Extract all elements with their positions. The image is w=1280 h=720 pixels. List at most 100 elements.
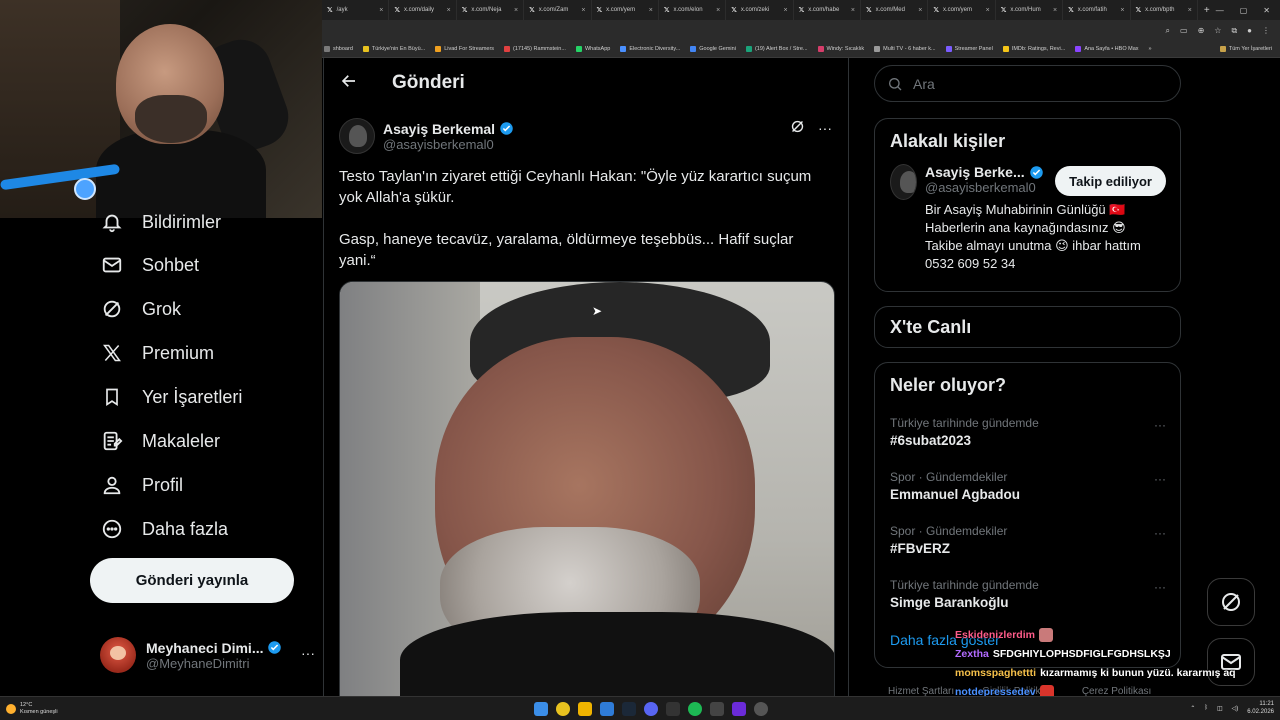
app-icon[interactable] xyxy=(710,702,724,716)
close-icon[interactable]: × xyxy=(716,7,720,14)
minimize-icon[interactable]: — xyxy=(1216,6,1224,15)
close-icon[interactable]: × xyxy=(379,7,383,14)
nav-item-grok[interactable]: Grok xyxy=(100,296,181,322)
chat-username[interactable]: Zextha xyxy=(955,648,989,660)
bookmark-item[interactable]: Streamer Panel xyxy=(945,46,993,52)
bookmark-item[interactable]: IMDb: Ratings, Revi... xyxy=(1002,46,1065,52)
author-handle[interactable]: @asayisberkemal0 xyxy=(383,137,514,152)
extensions-icon[interactable]: ⧉ xyxy=(1231,26,1237,36)
close-icon[interactable]: × xyxy=(447,7,451,14)
app-icon[interactable] xyxy=(754,702,768,716)
bookmark-item[interactable]: (19) Alert Box / Stre... xyxy=(745,46,808,52)
close-icon[interactable]: × xyxy=(1188,7,1192,14)
bookmark-item[interactable]: shboard xyxy=(324,46,353,52)
bookmark-item[interactable]: Google Gemini xyxy=(690,46,736,52)
avatar[interactable] xyxy=(890,164,917,200)
bluetooth-icon[interactable]: ᛒ xyxy=(1204,705,1208,711)
chrome-icon[interactable] xyxy=(556,702,570,716)
related-person[interactable]: Asayiş Berke... @asayisberkemal0 Bir Asa… xyxy=(875,164,1180,287)
chevron-up-icon[interactable]: ⌃ xyxy=(1190,705,1195,712)
search-icon[interactable]: ⌕ xyxy=(1166,26,1170,36)
more-icon[interactable]: ··· xyxy=(1154,472,1166,486)
post-button[interactable]: Gönderi yayınla xyxy=(90,558,294,603)
browser-tab[interactable]: 𝕏x.com/daily × xyxy=(389,0,457,20)
edge-icon[interactable] xyxy=(600,702,614,716)
trend-item[interactable]: Spor · Gündemdekiler #FBvERZ ··· xyxy=(875,516,1180,570)
star-icon[interactable]: ☆ xyxy=(1214,26,1221,35)
close-icon[interactable]: × xyxy=(581,7,585,14)
browser-tab[interactable]: 𝕏x.com/Hum × xyxy=(996,0,1064,20)
menu-icon[interactable]: ⋮ xyxy=(1262,26,1270,35)
browser-tab[interactable]: 𝕏x.com/Zam × xyxy=(524,0,592,20)
profile-icon[interactable]: ● xyxy=(1247,26,1252,35)
more-icon[interactable]: ··· xyxy=(301,645,315,661)
nav-item-articles[interactable]: Makaleler xyxy=(100,428,220,454)
bookmark-item[interactable]: Livad For Streamers xyxy=(435,46,494,52)
browser-tab[interactable]: 𝕏/ayk × xyxy=(322,0,390,20)
discord-icon[interactable] xyxy=(644,702,658,716)
steam-icon[interactable] xyxy=(622,702,636,716)
close-icon[interactable]: × xyxy=(918,7,922,14)
close-icon[interactable]: ✕ xyxy=(1263,6,1270,15)
following-button[interactable]: Takip ediliyor xyxy=(1055,166,1166,196)
bookmark-item[interactable]: Ana Sayfa • HBO Max xyxy=(1075,46,1139,52)
epic-icon[interactable] xyxy=(666,702,680,716)
nav-item-chat[interactable]: Sohbet xyxy=(100,252,199,278)
close-icon[interactable]: × xyxy=(851,7,855,14)
nav-item-bookmarks[interactable]: Yer İşaretleri xyxy=(100,384,242,410)
browser-tab[interactable]: 𝕏x.com/elon × xyxy=(659,0,727,20)
bookmark-item[interactable]: Multi TV - 6 haber k... xyxy=(874,46,936,52)
bookmarks-overflow[interactable]: » xyxy=(1149,46,1152,52)
nav-item-more[interactable]: Daha fazla xyxy=(100,516,228,542)
folder-icon[interactable] xyxy=(578,702,592,716)
close-icon[interactable]: × xyxy=(784,7,788,14)
grok-icon[interactable] xyxy=(789,118,806,138)
new-tab-button[interactable]: + xyxy=(1198,5,1216,16)
browser-tab[interactable]: 𝕏x.com/zeki × xyxy=(726,0,794,20)
nav-item-notifications[interactable]: Bildirimler xyxy=(100,209,221,235)
nav-item-premium[interactable]: Premium xyxy=(100,340,214,366)
close-icon[interactable]: × xyxy=(1053,7,1057,14)
browser-tab[interactable]: 𝕏x.com/Neja × xyxy=(457,0,525,20)
close-icon[interactable]: × xyxy=(986,7,990,14)
network-icon[interactable]: ◫ xyxy=(1217,705,1223,712)
browser-tab[interactable]: 𝕏x.com/bpth × xyxy=(1131,0,1198,20)
bookmark-item[interactable]: (17145) Rammstein... xyxy=(504,46,566,52)
trend-item[interactable]: Türkiye tarihinde gündemde Simge Barankoğ… xyxy=(875,570,1180,624)
bookmark-item[interactable]: Electronic Diversity... xyxy=(620,46,680,52)
search-input[interactable]: Ara xyxy=(874,65,1181,102)
browser-tab[interactable]: 𝕏x.com/habe × xyxy=(794,0,861,20)
nav-item-profile[interactable]: Profil xyxy=(100,472,183,498)
bookmark-item[interactable]: Türkiye'nin En Büyü... xyxy=(362,46,425,52)
x-live-card[interactable]: X'te Canlı xyxy=(874,306,1181,348)
account-switcher[interactable]: Meyhaneci Dimi... @MeyhaneDimitri ··· xyxy=(100,635,315,675)
maximize-icon[interactable]: ▢ xyxy=(1240,6,1248,15)
chat-username[interactable]: Eskidenizlerdim xyxy=(955,629,1035,641)
cast-icon[interactable]: ▭ xyxy=(1180,26,1188,35)
tweet-author[interactable]: Asayiş Berkemal @asayisberkemal0 xyxy=(339,116,833,156)
weather-widget[interactable]: 12°C Kısmen güneşli xyxy=(0,702,58,716)
all-bookmarks[interactable]: Tüm Yer İşaretleri xyxy=(1219,46,1280,52)
bookmark-item[interactable]: Windy: Sıcaklık xyxy=(817,46,864,52)
avatar[interactable] xyxy=(339,118,375,154)
more-icon[interactable]: ··· xyxy=(818,120,832,136)
more-icon[interactable]: ··· xyxy=(1154,526,1166,540)
bookmark-item[interactable]: WhatsApp xyxy=(575,46,610,52)
back-arrow-icon[interactable] xyxy=(340,72,360,95)
author-name[interactable]: Asayiş Berkemal xyxy=(383,121,495,137)
obs-icon[interactable] xyxy=(732,702,746,716)
browser-tab[interactable]: 𝕏x.com/Med × xyxy=(861,0,929,20)
related-name[interactable]: Asayiş Berke... xyxy=(925,164,1025,180)
more-icon[interactable]: ··· xyxy=(1154,418,1166,432)
zoom-icon[interactable]: ⊕ xyxy=(1198,26,1205,35)
volume-icon[interactable]: ◁) xyxy=(1232,705,1239,712)
browser-tab[interactable]: 𝕏x.com/yem × xyxy=(592,0,659,20)
clock[interactable]: 11:21 6.02.2026 xyxy=(1247,700,1274,716)
start-icon[interactable] xyxy=(534,702,548,716)
more-icon[interactable]: ··· xyxy=(1154,580,1166,594)
close-icon[interactable]: × xyxy=(514,7,518,14)
grok-fab[interactable] xyxy=(1207,578,1255,626)
chat-username[interactable]: momsspaghettti xyxy=(955,667,1036,679)
close-icon[interactable]: × xyxy=(1120,7,1124,14)
trend-item[interactable]: Türkiye tarihinde gündemde #6subat2023 ··· xyxy=(875,408,1180,462)
